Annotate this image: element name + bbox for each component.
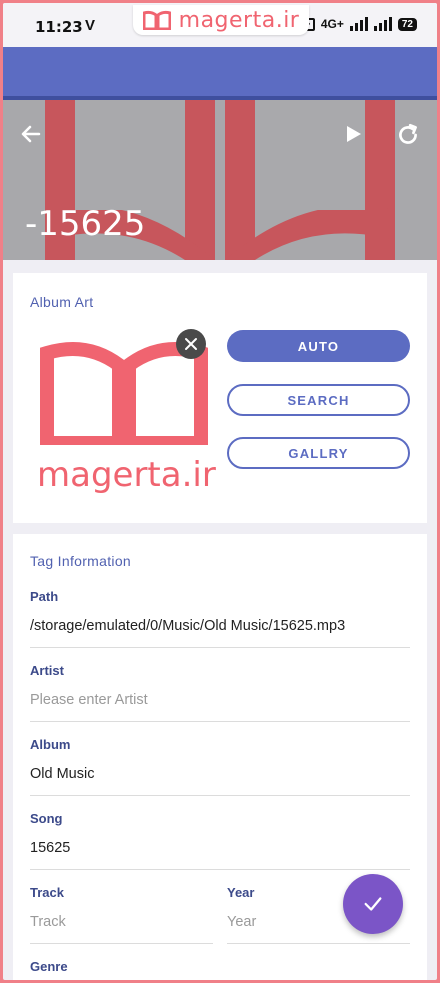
artist-input[interactable]: Please enter Artist (30, 692, 148, 708)
app-screen: 11:23 V ▪ 4G+ 72 magerta.ir (3, 3, 437, 980)
search-button[interactable]: SEARCH (227, 384, 410, 416)
book-logo-icon (142, 10, 171, 30)
track-underline (30, 943, 213, 944)
album-art-card: Album Art magerta.ir AUTO SEARCH GALLRY (13, 273, 427, 523)
path-label: Path (30, 589, 59, 604)
remove-art-button[interactable] (176, 329, 206, 359)
refresh-icon (399, 123, 417, 144)
signal-icon (349, 17, 368, 31)
status-icons: ▪ 4G+ 72 (302, 17, 417, 31)
signal-icon-2 (373, 17, 392, 31)
album-art-caption: magerta.ir (37, 455, 216, 495)
artist-label: Artist (30, 663, 64, 678)
song-input[interactable]: 15625 (30, 840, 70, 856)
artist-underline (30, 721, 410, 722)
genre-label: Genre (30, 959, 68, 974)
refresh-button[interactable] (395, 122, 421, 153)
album-underline (30, 795, 410, 796)
save-button[interactable] (343, 874, 403, 934)
watermark-text: magerta.ir (178, 7, 300, 33)
page-title: -15625 (25, 204, 146, 244)
track-label: Track (30, 885, 64, 900)
tag-info-title: Tag Information (30, 553, 131, 569)
close-icon (185, 338, 197, 350)
track-input[interactable]: Track (30, 914, 66, 930)
status-time: 11:23 (35, 18, 83, 36)
header-image: -15625 (3, 100, 437, 260)
network-type: 4G+ (320, 17, 344, 31)
year-label: Year (227, 885, 255, 900)
play-button[interactable] (341, 122, 365, 151)
watermark: magerta.ir (133, 5, 309, 35)
auto-button[interactable]: AUTO (227, 330, 410, 362)
year-underline (227, 943, 410, 944)
song-label: Song (30, 811, 63, 826)
battery-icon: 72 (397, 17, 417, 31)
album-art-image[interactable]: magerta.ir (35, 335, 216, 495)
app-bar (3, 47, 437, 101)
album-label: Album (30, 737, 71, 752)
play-icon (347, 126, 361, 142)
year-input[interactable]: Year (227, 914, 256, 930)
album-art-title: Album Art (30, 294, 94, 310)
song-underline (30, 869, 410, 870)
path-underline (30, 647, 410, 648)
carrier-icon: V (85, 17, 96, 34)
check-icon (364, 897, 382, 911)
path-field[interactable]: /storage/emulated/0/Music/Old Music/1562… (30, 618, 345, 634)
album-input[interactable]: Old Music (30, 766, 94, 782)
back-button[interactable] (19, 122, 43, 151)
gallery-button[interactable]: GALLRY (227, 437, 410, 469)
arrow-left-icon (21, 125, 41, 143)
